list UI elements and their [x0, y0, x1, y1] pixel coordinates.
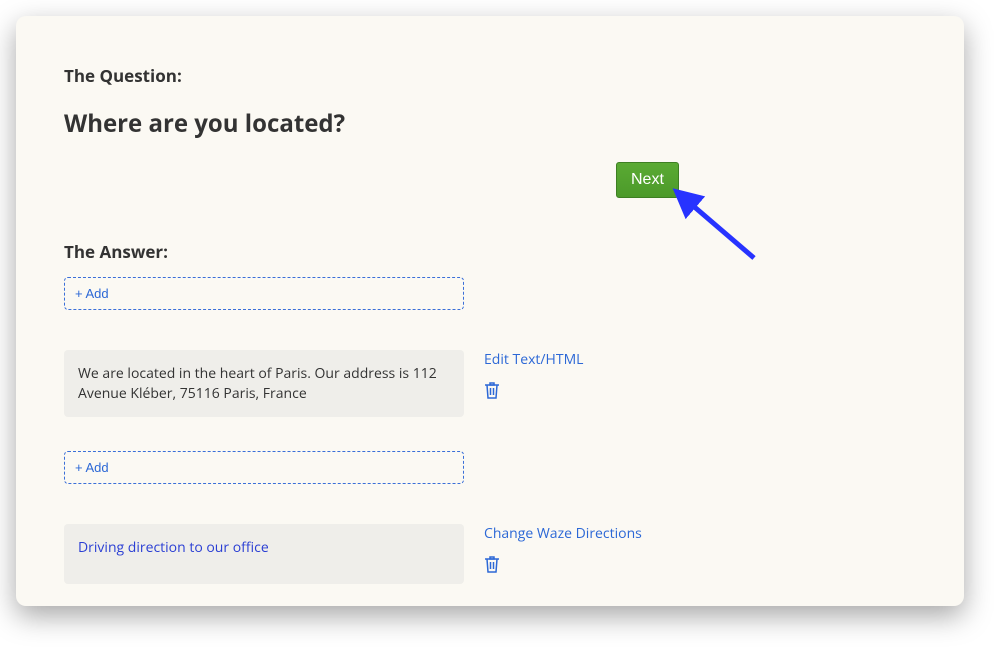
add-label: + Add	[75, 460, 109, 475]
trash-icon[interactable]	[484, 381, 583, 399]
edit-text-link[interactable]: Edit Text/HTML	[484, 350, 583, 369]
add-block-button-mid[interactable]: + Add	[64, 451, 464, 484]
block-actions: Change Waze Directions	[484, 524, 642, 573]
waze-block-content: Driving direction to our office	[64, 524, 464, 584]
answer-block-waze: Driving direction to our office Change W…	[64, 524, 964, 584]
waze-direction-link[interactable]: Driving direction to our office	[78, 538, 269, 557]
trash-icon[interactable]	[484, 555, 642, 573]
add-block-button-top[interactable]: + Add	[64, 277, 464, 310]
answer-label: The Answer:	[64, 240, 964, 263]
block-actions: Edit Text/HTML	[484, 350, 583, 399]
answer-block-text: We are located in the heart of Paris. Ou…	[64, 350, 964, 417]
question-label: The Question:	[64, 64, 964, 87]
text-block-content: We are located in the heart of Paris. Ou…	[64, 350, 464, 417]
next-button[interactable]: Next	[616, 162, 679, 198]
change-waze-link[interactable]: Change Waze Directions	[484, 524, 642, 543]
add-label: + Add	[75, 286, 109, 301]
editor-card: The Question: Where are you located? Nex…	[16, 16, 964, 606]
question-text: Where are you located?	[64, 107, 964, 140]
